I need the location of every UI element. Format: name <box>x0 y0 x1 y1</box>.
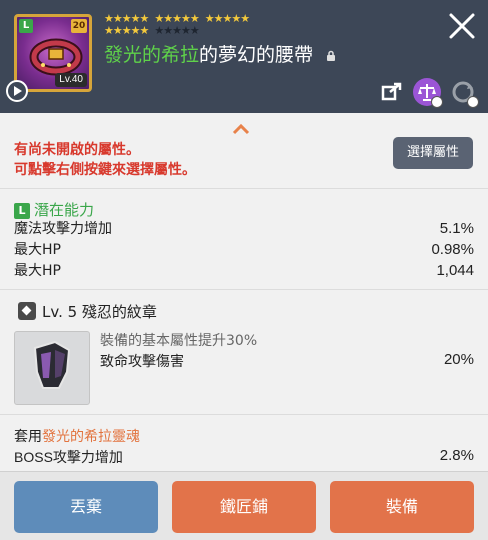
soul-header: 套用發光的希拉靈魂 <box>14 426 140 446</box>
star-force-rating: ★★★★★ ★★★★★ ★★★★★ ★★★★★ ★★★★★ <box>104 12 250 37</box>
soul-stat-row: BOSS攻擊力增加 2.8% <box>14 447 474 467</box>
item-name: 發光的希拉的夢幻的腰帶 <box>104 40 337 67</box>
star-filled-icon: ★ <box>139 24 150 37</box>
star-filled-icon: ★ <box>121 24 132 37</box>
star-filled-icon: ★ <box>204 12 215 25</box>
potential-section: L 潛在能力 魔法攻擊力增加 5.1% 最大HP 0.98% 最大HP 1,044 <box>0 190 488 290</box>
stat-value: 1,044 <box>436 262 474 279</box>
play-icon[interactable] <box>6 80 28 102</box>
gauntlet-icon <box>33 340 71 389</box>
item-level: Lv.40 <box>55 73 87 87</box>
item-header: L 20 Lv.40 ★★★★★ ★★★★★ ★★★★★ ★★★★★ ★★★★★ 發光… <box>0 0 488 113</box>
stat-label: 魔法攻擊力增加 <box>14 221 112 237</box>
potential-title: 潛在能力 <box>34 201 95 219</box>
diamond-icon <box>18 302 36 320</box>
star-filled-icon: ★ <box>240 12 250 25</box>
enhance-badge: 20 <box>71 19 87 33</box>
grade-badge: L <box>19 19 33 33</box>
star-empty-icon: ★ <box>172 24 182 37</box>
soul-name: 發光的希拉靈魂 <box>42 429 140 445</box>
stat-value: 2.8% <box>439 447 474 464</box>
discard-button[interactable]: 丟棄 <box>14 481 158 533</box>
equip-button[interactable]: 裝備 <box>330 481 474 533</box>
emblem-title: Lv. 5 殘忍的紋章 <box>42 303 157 321</box>
chevron-up-icon[interactable] <box>232 123 250 135</box>
cycle-icon[interactable] <box>449 78 479 108</box>
balance-icon[interactable] <box>413 78 443 108</box>
close-icon[interactable] <box>444 8 480 44</box>
item-name-prefix: 發光的希拉 <box>104 44 200 66</box>
action-bar: 丟棄 鐵匠鋪 裝備 <box>0 471 488 540</box>
potential-header: L 潛在能力 <box>14 199 94 220</box>
emblem-section: Lv. 5 殘忍的紋章 裝備的基本屬性提升30% 致命攻擊傷害 20% <box>0 291 488 415</box>
stat-label: BOSS攻擊力增加 <box>14 449 123 465</box>
notice-line-1: 有尚未開啟的屬性。 <box>14 142 140 158</box>
stat-label: 最大HP <box>14 263 61 279</box>
stat-label: 致命攻擊傷害 <box>100 354 184 370</box>
potential-row: 魔法攻擊力增加 5.1% <box>14 219 474 239</box>
emblem-image[interactable] <box>14 331 90 405</box>
share-icon[interactable] <box>378 78 406 106</box>
star-empty-icon: ★ <box>163 24 173 37</box>
star-empty-icon: ★ <box>154 24 164 37</box>
star-filled-icon: ★ <box>130 24 141 37</box>
star-filled-icon: ★ <box>104 24 114 37</box>
potential-row: 最大HP 0.98% <box>14 240 474 260</box>
potential-row: 最大HP 1,044 <box>14 261 474 281</box>
item-name-suffix: 的夢幻的腰帶 <box>199 44 314 66</box>
star-filled-icon: ★ <box>213 12 224 25</box>
unopened-attribute-notice: 有尚未開啟的屬性。 可點擊右側按鍵來選擇屬性。 <box>14 140 196 180</box>
item-thumbnail[interactable]: L 20 Lv.40 <box>14 14 92 92</box>
notice-panel: 有尚未開啟的屬性。 可點擊右側按鍵來選擇屬性。 選擇屬性 <box>0 113 488 189</box>
stat-value: 5.1% <box>439 220 474 237</box>
soul-prefix: 套用 <box>14 429 42 445</box>
emblem-description: 裝備的基本屬性提升30% <box>100 333 258 349</box>
select-attribute-button[interactable]: 選擇屬性 <box>393 137 473 169</box>
potential-grade-badge: L <box>14 203 30 219</box>
star-filled-icon: ★ <box>231 12 241 25</box>
emblem-header: Lv. 5 殘忍的紋章 <box>18 301 157 322</box>
star-empty-icon: ★ <box>181 24 191 37</box>
blacksmith-button[interactable]: 鐵匠鋪 <box>172 481 316 533</box>
disabled-badge-icon <box>467 96 479 108</box>
lock-icon <box>327 50 336 61</box>
notice-line-2: 可點擊右側按鍵來選擇屬性。 <box>14 162 196 178</box>
soul-section: 套用發光的希拉靈魂 BOSS攻擊力增加 2.8% <box>0 416 488 470</box>
stat-value: 20% <box>443 351 474 368</box>
star-empty-icon: ★ <box>189 24 200 37</box>
star-filled-icon: ★ <box>112 24 123 37</box>
emblem-stat-row: 致命攻擊傷害 20% <box>100 351 474 371</box>
stat-label: 最大HP <box>14 242 61 258</box>
disabled-badge-icon <box>431 96 443 108</box>
stat-value: 0.98% <box>431 241 474 258</box>
